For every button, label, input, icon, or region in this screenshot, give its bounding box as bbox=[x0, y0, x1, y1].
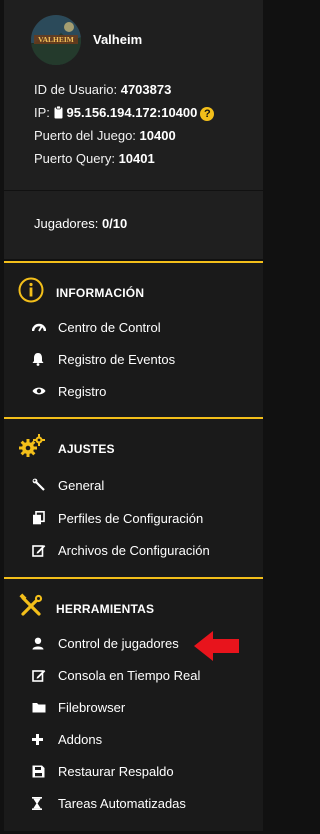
bell-icon bbox=[32, 351, 50, 367]
section-settings-title: AJUSTES bbox=[58, 441, 115, 456]
user-id-label: ID de Usuario: bbox=[34, 82, 118, 97]
nav-restaurar-respaldo[interactable]: Restaurar Respaldo bbox=[32, 763, 174, 779]
game-port-line: Puerto del Juego: 10400 bbox=[34, 128, 176, 143]
nav-archivos-de-configuracion[interactable]: Archivos de Configuración bbox=[32, 542, 210, 558]
tools-icon bbox=[18, 593, 44, 624]
gauge-icon bbox=[32, 319, 50, 335]
nav-general[interactable]: General bbox=[32, 477, 104, 493]
edit-icon bbox=[32, 667, 50, 683]
players-count: Jugadores: 0/10 bbox=[34, 216, 127, 231]
game-port-label: Puerto del Juego: bbox=[34, 128, 136, 143]
section-info: INFORMACIÓN Centro de Control Registro d… bbox=[4, 261, 263, 417]
user-id-line: ID de Usuario: 4703873 bbox=[34, 82, 171, 97]
save-icon bbox=[32, 763, 50, 779]
section-info-header: INFORMACIÓN bbox=[18, 277, 144, 308]
players-label: Jugadores: bbox=[34, 216, 99, 231]
user-id-value: 4703873 bbox=[120, 82, 172, 97]
section-tools-header: HERRAMIENTAS bbox=[18, 593, 154, 624]
query-port-label: Puerto Query: bbox=[34, 151, 115, 166]
section-settings: AJUSTES General Perfiles de Configuració… bbox=[4, 417, 263, 577]
players-value: 0/10 bbox=[101, 216, 128, 231]
info-circle-icon bbox=[18, 277, 44, 308]
wrench-icon bbox=[32, 477, 50, 493]
folder-icon bbox=[32, 699, 50, 715]
gears-icon bbox=[18, 433, 46, 464]
hourglass-icon bbox=[32, 795, 50, 811]
game-port-value: 10400 bbox=[139, 128, 176, 143]
avatar-logo-text: VALHEIM bbox=[38, 35, 74, 44]
sidebar: VALHEIM Valheim ID de Usuario: 4703873 I… bbox=[0, 0, 268, 834]
nav-consola-en-tiempo-real[interactable]: Consola en Tiempo Real bbox=[32, 667, 200, 683]
nav-addons[interactable]: Addons bbox=[32, 731, 102, 747]
eye-icon bbox=[32, 383, 50, 399]
nav-centro-de-control[interactable]: Centro de Control bbox=[32, 319, 161, 335]
ip-value[interactable]: 95.156.194.172:10400 bbox=[67, 105, 198, 120]
clipboard-icon[interactable] bbox=[54, 105, 63, 122]
server-name: Valheim bbox=[93, 32, 143, 47]
ip-label: IP: bbox=[34, 105, 50, 120]
players-card: Jugadores: 0/10 bbox=[4, 191, 263, 259]
help-icon[interactable]: ? bbox=[200, 106, 215, 121]
nav-filebrowser[interactable]: Filebrowser bbox=[32, 699, 125, 715]
nav-control-de-jugadores[interactable]: Control de jugadores bbox=[32, 635, 179, 651]
red-arrow-icon bbox=[193, 630, 241, 667]
edit-icon bbox=[32, 542, 50, 558]
nav-perfiles-de-configuracion[interactable]: Perfiles de Configuración bbox=[32, 510, 203, 526]
nav-registro[interactable]: Registro bbox=[32, 383, 106, 399]
section-settings-header: AJUSTES bbox=[18, 433, 115, 464]
query-port-value: 10401 bbox=[118, 151, 155, 166]
section-info-title: INFORMACIÓN bbox=[56, 285, 145, 300]
user-icon bbox=[32, 635, 50, 651]
copy-icon bbox=[32, 510, 50, 526]
section-tools-title: HERRAMIENTAS bbox=[56, 601, 155, 616]
query-port-line: Puerto Query: 10401 bbox=[34, 151, 155, 166]
nav-registro-de-eventos[interactable]: Registro de Eventos bbox=[32, 351, 175, 367]
plus-icon bbox=[32, 731, 50, 747]
section-tools: HERRAMIENTAS Control de jugadores Consol… bbox=[4, 577, 263, 831]
server-avatar: VALHEIM bbox=[31, 15, 81, 65]
ip-line: IP: 95.156.194.172:10400? bbox=[34, 105, 215, 122]
nav-tareas-automatizadas[interactable]: Tareas Automatizadas bbox=[32, 795, 186, 811]
